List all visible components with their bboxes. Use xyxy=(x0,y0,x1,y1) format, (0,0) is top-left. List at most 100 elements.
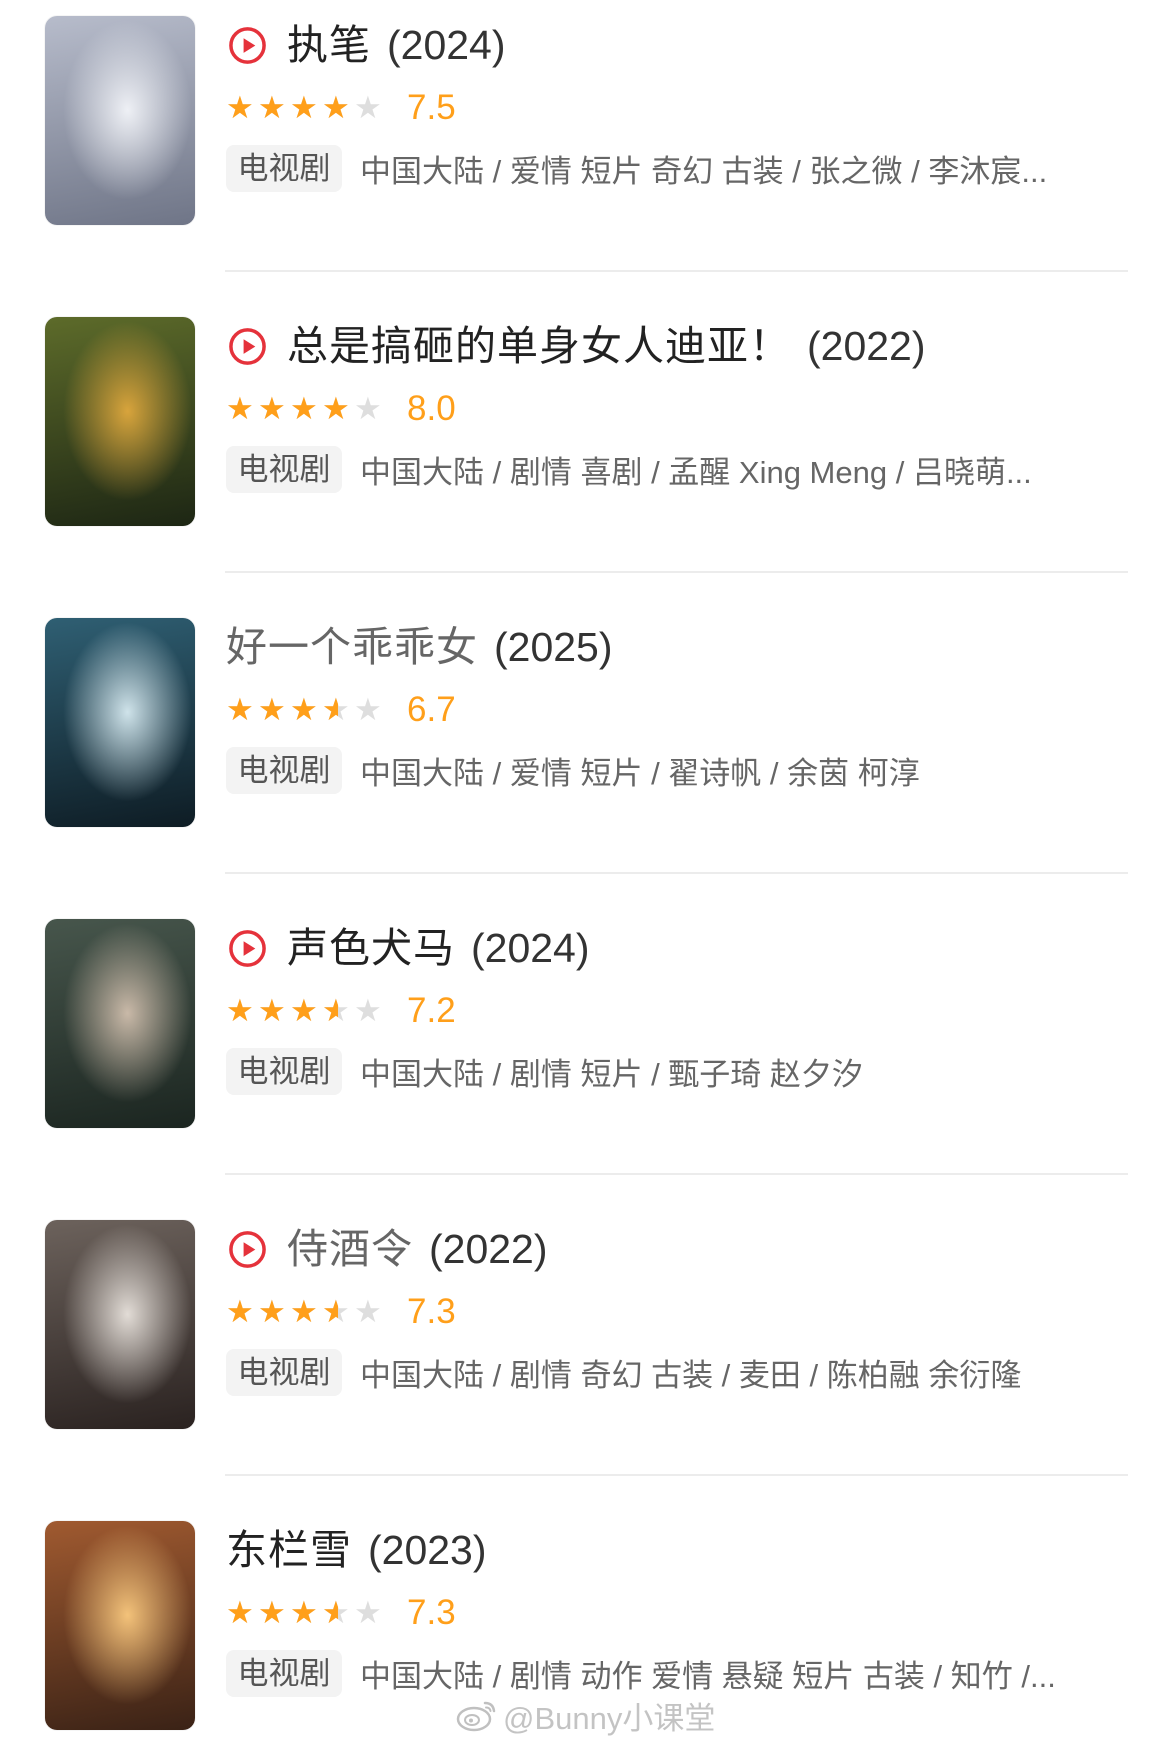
star-rating: ★★★★★★★★★★ xyxy=(226,692,387,728)
poster-image[interactable] xyxy=(45,919,195,1128)
info-text: 中国大陆 / 剧情 动作 爱情 悬疑 短片 古装 / 知竹 /... xyxy=(360,1659,1056,1694)
release-year: (2022) xyxy=(807,323,926,369)
release-year: (2024) xyxy=(387,22,506,68)
info-text: 中国大陆 / 爱情 短片 奇幻 古装 / 张之微 / 李沐宸... xyxy=(360,154,1048,189)
rating-score: 7.3 xyxy=(407,1292,456,1331)
rating-row: ★★★★★★★★★★ 6.7 xyxy=(226,692,456,728)
info-text: 中国大陆 / 爱情 短片 / 翟诗帆 / 余茵 柯淳 xyxy=(360,756,920,791)
play-circle-icon[interactable] xyxy=(228,327,267,366)
rating-score: 7.3 xyxy=(407,1593,456,1632)
star-rating: ★★★★★★★★★★ xyxy=(226,1294,387,1330)
info-row: 电视剧 中国大陆 / 爱情 短片 / 翟诗帆 / 余茵 柯淳 xyxy=(226,747,920,794)
star-icon: ★★ xyxy=(354,393,382,425)
poster-image[interactable] xyxy=(45,317,195,526)
drama-title[interactable]: 执笔 xyxy=(287,20,371,70)
type-badge: 电视剧 xyxy=(226,1650,342,1697)
drama-title[interactable]: 东栏雪 xyxy=(226,1525,352,1575)
list-item[interactable]: 好一个乖乖女 (2025) ★★★★★★★★★★ 6.7 电视剧 中国大陆 / … xyxy=(0,602,1170,903)
star-icon: ★★ xyxy=(322,92,350,124)
type-badge: 电视剧 xyxy=(226,747,342,794)
info-text: 中国大陆 / 剧情 短片 / 甄子琦 赵夕汐 xyxy=(360,1057,863,1092)
title-row[interactable]: 总是搞砸的单身女人迪亚！ (2022) xyxy=(228,321,926,371)
list-item[interactable]: 执笔 (2024) ★★★★★★★★★★ 7.5 电视剧 中国大陆 / 爱情 短… xyxy=(0,0,1170,301)
info-row: 电视剧 中国大陆 / 剧情 动作 爱情 悬疑 短片 古装 / 知竹 /... xyxy=(226,1650,1056,1697)
star-icon: ★★ xyxy=(322,1597,350,1629)
star-icon: ★★ xyxy=(258,92,286,124)
drama-title[interactable]: 声色犬马 xyxy=(287,923,455,973)
star-icon: ★★ xyxy=(258,995,286,1027)
star-icon: ★★ xyxy=(226,1597,254,1629)
rating-score: 7.2 xyxy=(407,991,456,1030)
watermark-text: @Bunny小课堂 xyxy=(503,1700,716,1736)
divider xyxy=(225,571,1128,573)
title-row[interactable]: 声色犬马 (2024) xyxy=(228,923,590,973)
star-icon: ★★ xyxy=(354,694,382,726)
star-icon: ★★ xyxy=(290,1597,318,1629)
info-text: 中国大陆 / 剧情 喜剧 / 孟醒 Xing Meng / 吕晓萌... xyxy=(360,455,1032,490)
drama-list: 执笔 (2024) ★★★★★★★★★★ 7.5 电视剧 中国大陆 / 爱情 短… xyxy=(0,0,1170,1743)
star-icon: ★★ xyxy=(322,694,350,726)
drama-title[interactable]: 好一个乖乖女 xyxy=(226,622,478,672)
info-row: 电视剧 中国大陆 / 剧情 喜剧 / 孟醒 Xing Meng / 吕晓萌... xyxy=(226,446,1032,493)
rating-row: ★★★★★★★★★★ 7.2 xyxy=(226,993,456,1029)
release-year: (2024) xyxy=(471,925,590,971)
star-rating: ★★★★★★★★★★ xyxy=(226,391,387,427)
star-icon: ★★ xyxy=(290,694,318,726)
star-rating: ★★★★★★★★★★ xyxy=(226,993,387,1029)
list-item[interactable]: 侍酒令 (2022) ★★★★★★★★★★ 7.3 电视剧 中国大陆 / 剧情 … xyxy=(0,1204,1170,1505)
release-year: (2022) xyxy=(429,1226,548,1272)
play-circle-icon[interactable] xyxy=(228,26,267,65)
poster-image[interactable] xyxy=(45,1220,195,1429)
poster-image[interactable] xyxy=(45,1521,195,1730)
type-badge: 电视剧 xyxy=(226,1048,342,1095)
divider xyxy=(225,1474,1128,1476)
star-icon: ★★ xyxy=(226,1296,254,1328)
star-icon: ★★ xyxy=(258,694,286,726)
star-icon: ★★ xyxy=(226,92,254,124)
type-badge: 电视剧 xyxy=(226,145,342,192)
type-badge: 电视剧 xyxy=(226,446,342,493)
star-icon: ★★ xyxy=(354,92,382,124)
weibo-icon xyxy=(455,1697,503,1733)
poster-image[interactable] xyxy=(45,618,195,827)
star-icon: ★★ xyxy=(354,1597,382,1629)
star-rating: ★★★★★★★★★★ xyxy=(226,1595,387,1631)
title-row[interactable]: 侍酒令 (2022) xyxy=(228,1224,548,1274)
rating-row: ★★★★★★★★★★ 7.3 xyxy=(226,1595,456,1631)
star-icon: ★★ xyxy=(226,694,254,726)
list-item[interactable]: 总是搞砸的单身女人迪亚！ (2022) ★★★★★★★★★★ 8.0 电视剧 中… xyxy=(0,301,1170,602)
divider xyxy=(225,1173,1128,1175)
star-icon: ★★ xyxy=(290,995,318,1027)
rating-row: ★★★★★★★★★★ 7.5 xyxy=(226,90,456,126)
star-icon: ★★ xyxy=(322,393,350,425)
list-item[interactable]: 声色犬马 (2024) ★★★★★★★★★★ 7.2 电视剧 中国大陆 / 剧情… xyxy=(0,903,1170,1204)
star-icon: ★★ xyxy=(258,393,286,425)
title-row[interactable]: 好一个乖乖女 (2025) xyxy=(226,622,613,672)
info-row: 电视剧 中国大陆 / 剧情 短片 / 甄子琦 赵夕汐 xyxy=(226,1048,863,1095)
title-row[interactable]: 东栏雪 (2023) xyxy=(226,1525,487,1575)
rating-score: 6.7 xyxy=(407,690,456,729)
type-badge: 电视剧 xyxy=(226,1349,342,1396)
info-text: 中国大陆 / 剧情 奇幻 古装 / 麦田 / 陈柏融 余衍隆 xyxy=(360,1358,1022,1393)
star-icon: ★★ xyxy=(290,92,318,124)
star-icon: ★★ xyxy=(322,1296,350,1328)
rating-score: 7.5 xyxy=(407,88,456,127)
play-circle-icon[interactable] xyxy=(228,929,267,968)
release-year: (2025) xyxy=(494,624,613,670)
title-row[interactable]: 执笔 (2024) xyxy=(228,20,506,70)
drama-title[interactable]: 侍酒令 xyxy=(287,1224,413,1274)
divider xyxy=(225,872,1128,874)
star-icon: ★★ xyxy=(290,1296,318,1328)
star-icon: ★★ xyxy=(290,393,318,425)
drama-title[interactable]: 总是搞砸的单身女人迪亚！ xyxy=(287,321,791,371)
star-icon: ★★ xyxy=(322,995,350,1027)
poster-image[interactable] xyxy=(45,16,195,225)
info-row: 电视剧 中国大陆 / 爱情 短片 奇幻 古装 / 张之微 / 李沐宸... xyxy=(226,145,1047,192)
divider xyxy=(225,270,1128,272)
watermark: @Bunny小课堂 xyxy=(455,1695,716,1736)
rating-row: ★★★★★★★★★★ 8.0 xyxy=(226,391,456,427)
star-icon: ★★ xyxy=(258,1296,286,1328)
star-icon: ★★ xyxy=(354,1296,382,1328)
rating-row: ★★★★★★★★★★ 7.3 xyxy=(226,1294,456,1330)
play-circle-icon[interactable] xyxy=(228,1230,267,1269)
